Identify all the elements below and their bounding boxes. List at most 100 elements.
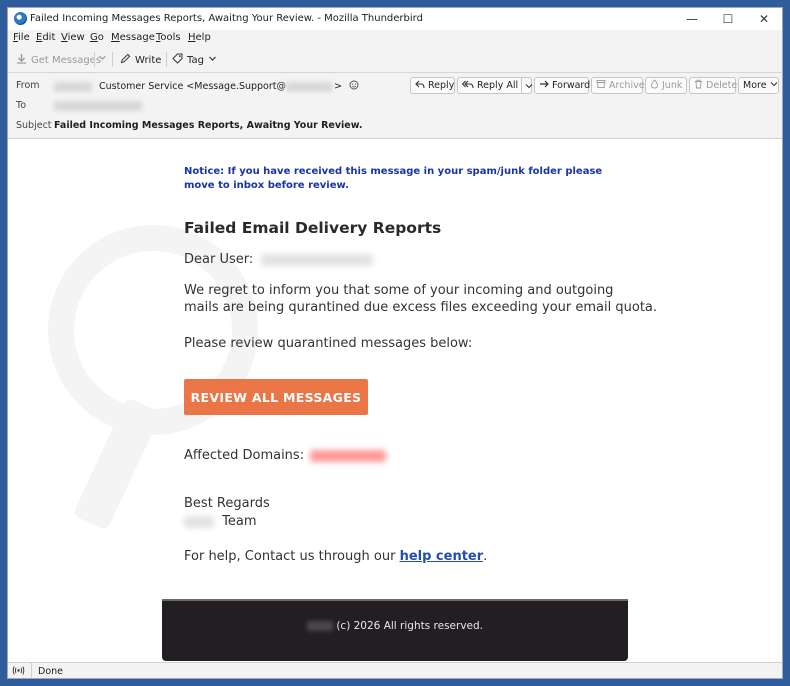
to-value[interactable] — [54, 100, 142, 111]
archive-icon — [596, 79, 606, 92]
reply-all-label: Reply All — [477, 80, 519, 91]
tag-label: Tag — [187, 54, 204, 66]
menu-edit[interactable]: Edit — [36, 32, 55, 43]
menu-help-accel: H — [188, 32, 196, 43]
pencil-icon — [120, 53, 131, 67]
get-messages-dropdown[interactable] — [98, 53, 107, 65]
redacted-user-email — [261, 253, 374, 266]
menu-tools-label: ools — [160, 32, 181, 43]
write-button[interactable]: Write — [120, 53, 161, 67]
affected-domains-label: Affected Domains: — [184, 448, 305, 463]
chevron-down-icon — [208, 54, 217, 66]
redacted-domain — [310, 449, 387, 462]
team-line: Team — [184, 513, 257, 530]
body-line-2: mails are being qurantined due excess fi… — [184, 300, 658, 315]
menu-view[interactable]: View — [61, 32, 85, 43]
redacted-sender-name — [54, 81, 92, 92]
maximize-button[interactable]: ☐ — [710, 8, 746, 30]
greeting-line: Dear User: — [184, 251, 374, 268]
chevron-down-icon — [525, 83, 533, 88]
footer-copyright: (c) 2026 All rights reserved. — [162, 620, 628, 632]
write-label: Write — [135, 54, 162, 66]
menu-go[interactable]: Go — [90, 32, 104, 43]
close-button[interactable]: ✕ — [746, 8, 782, 30]
team-label: Team — [222, 514, 257, 529]
reply-all-button[interactable]: Reply All — [457, 77, 533, 94]
menu-view-accel: V — [61, 32, 68, 43]
junk-label: Junk — [662, 80, 683, 91]
menu-go-label: o — [97, 32, 104, 43]
from-value[interactable]: Customer Service <Message.Support@ > — [54, 80, 359, 92]
get-messages-icon — [16, 53, 27, 67]
email-footer: (c) 2026 All rights reserved. — [162, 599, 628, 661]
main-toolbar: Get Messages Write Tag — [8, 47, 782, 73]
more-label: More — [743, 80, 767, 91]
review-all-messages-button[interactable]: REVIEW ALL MESSAGES — [184, 379, 368, 415]
affected-domains-line: Affected Domains: — [184, 447, 387, 464]
minimize-button[interactable]: — — [674, 8, 710, 30]
online-status-icon[interactable] — [12, 665, 25, 678]
contact-status-icon[interactable] — [349, 80, 359, 92]
get-messages-button[interactable]: Get Messages — [16, 53, 101, 67]
reply-button[interactable]: Reply — [410, 77, 455, 94]
toolbar-divider — [166, 52, 167, 67]
email-title: Failed Email Delivery Reports — [184, 219, 442, 237]
status-text: Done — [38, 666, 63, 677]
junk-flame-icon — [650, 79, 659, 92]
menu-tools[interactable]: Tools — [156, 32, 181, 43]
redacted-company-name — [306, 621, 333, 631]
forward-arrow-icon — [539, 80, 549, 92]
title-bar: Failed Incoming Messages Reports, Awaitn… — [8, 8, 782, 30]
watermark-magnifier-handle — [72, 397, 162, 531]
redacted-recipient — [54, 100, 142, 111]
help-prefix: For help, Contact us through our — [184, 549, 400, 564]
status-bar: Done — [8, 662, 782, 678]
subject-label: Subject — [16, 120, 52, 131]
chevron-down-icon — [98, 53, 107, 65]
to-label: To — [16, 100, 27, 111]
delete-label: Delete — [706, 80, 738, 91]
more-button[interactable]: More — [738, 77, 779, 94]
archive-button[interactable]: Archive — [591, 77, 645, 94]
from-end: > — [334, 81, 342, 92]
reply-all-icon — [461, 80, 474, 92]
from-name: Customer Service <Message.Support@ — [99, 81, 286, 92]
menu-edit-label: dit — [42, 32, 56, 43]
reply-all-dropdown[interactable] — [521, 77, 533, 94]
menu-bar: File Edit View Go Message Tools Help — [8, 30, 782, 47]
trash-icon — [694, 79, 703, 92]
menu-message[interactable]: Message — [111, 32, 155, 43]
reply-icon — [415, 80, 425, 92]
junk-button[interactable]: Junk — [645, 77, 687, 94]
tag-icon — [172, 53, 183, 67]
menu-message-accel: M — [111, 32, 120, 43]
message-body: Notice: If you have received this messag… — [8, 139, 782, 662]
tag-button[interactable]: Tag — [172, 53, 217, 67]
footer-rights: (c) 2026 All rights reserved. — [336, 620, 483, 632]
reply-label: Reply — [428, 80, 455, 91]
body-line-1: We regret to inform you that some of you… — [184, 283, 614, 298]
forward-button[interactable]: Forward — [534, 77, 591, 94]
help-line: For help, Contact us through our help ce… — [184, 548, 487, 565]
menu-help[interactable]: Help — [188, 32, 211, 43]
menu-file-label: ile — [18, 32, 30, 43]
redacted-team-name — [184, 515, 214, 528]
get-messages-label: Get Messages — [31, 54, 102, 66]
chevron-down-icon — [770, 80, 778, 91]
message-header: From Customer Service <Message.Support@ >… — [8, 73, 782, 139]
menu-view-label: iew — [67, 32, 85, 43]
window-title: Failed Incoming Messages Reports, Awaitn… — [30, 13, 423, 24]
from-label: From — [16, 80, 40, 91]
redacted-sender-domain — [286, 81, 332, 92]
greeting: Dear User: — [184, 252, 254, 267]
delete-button[interactable]: Delete — [689, 77, 738, 94]
review-prompt: Please review quarantined messages below… — [184, 336, 473, 351]
status-divider — [31, 663, 32, 678]
forward-label: Forward — [552, 80, 591, 91]
menu-file[interactable]: File — [13, 32, 30, 43]
menu-message-label: essage — [119, 32, 155, 43]
regards: Best Regards — [184, 496, 270, 511]
help-center-link[interactable]: help center — [400, 549, 484, 564]
menu-go-accel: G — [90, 32, 98, 43]
toolbar-divider — [94, 52, 95, 67]
